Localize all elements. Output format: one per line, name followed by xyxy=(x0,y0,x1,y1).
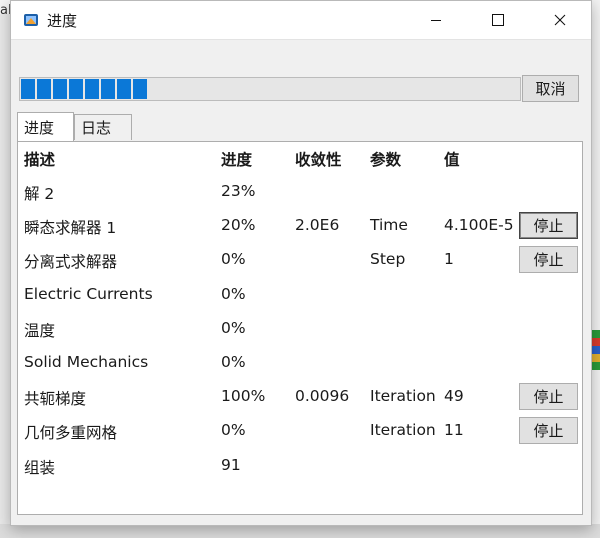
row-description: 几何多重网格 xyxy=(24,424,118,443)
header-description: 描述 xyxy=(24,151,56,169)
row-progress: 0% xyxy=(221,353,246,371)
close-icon xyxy=(554,11,566,30)
tab-progress[interactable]: 进度 xyxy=(17,112,74,141)
stop-button[interactable]: 停止 xyxy=(519,246,578,274)
minimize-icon xyxy=(430,11,442,30)
row-convergence: 0.0096 xyxy=(295,387,350,406)
close-button[interactable] xyxy=(537,1,583,39)
window-title: 进度 xyxy=(47,12,78,30)
row-progress: 0% xyxy=(221,250,246,269)
row-progress: 100% xyxy=(221,387,266,406)
header-progress: 进度 xyxy=(221,151,253,169)
row-progress: 0% xyxy=(221,318,246,337)
row-value: 4.100E-5 xyxy=(444,216,514,235)
row-description: 组装 xyxy=(24,458,56,477)
row-progress: 0% xyxy=(221,284,246,303)
row-parameter: Iteration xyxy=(370,387,436,406)
row-description: Solid Mechanics xyxy=(24,353,149,371)
progress-dialog: 进度 取消 进度 日志 描述 进度 收敛性 参数 值 解 2 23% 瞬态求解器… xyxy=(10,0,592,526)
row-description: 分离式求解器 xyxy=(24,253,118,272)
progress-segment xyxy=(37,79,51,99)
background-app-bottom xyxy=(0,524,600,538)
row-convergence: 2.0E6 xyxy=(295,216,340,235)
stop-button[interactable]: 停止 xyxy=(519,417,578,445)
progress-segment xyxy=(101,79,115,99)
row-parameter: Time xyxy=(370,216,408,235)
maximize-button[interactable] xyxy=(475,1,521,39)
row-value: 11 xyxy=(444,421,464,440)
header-parameter: 参数 xyxy=(370,151,402,169)
row-parameter: Step xyxy=(370,250,406,269)
progress-table: 描述 进度 收敛性 参数 值 解 2 23% 瞬态求解器 1 20% 2.0E6 Time… xyxy=(17,141,583,515)
progress-segment xyxy=(53,79,67,99)
app-icon xyxy=(23,12,39,28)
row-description: 温度 xyxy=(24,321,56,340)
row-progress: 91 xyxy=(221,455,241,474)
row-parameter: Iteration xyxy=(370,421,436,440)
row-description: 共轭梯度 xyxy=(24,390,87,409)
progress-segment xyxy=(21,79,35,99)
progress-segment xyxy=(133,79,147,99)
row-progress: 0% xyxy=(221,421,246,440)
row-description: Electric Currents xyxy=(24,284,153,303)
progress-segment xyxy=(85,79,99,99)
stop-button[interactable]: 停止 xyxy=(519,383,578,411)
row-value: 1 xyxy=(444,250,454,269)
progress-segment xyxy=(117,79,131,99)
row-description: 解 2 xyxy=(24,185,55,203)
row-description: 瞬态求解器 1 xyxy=(24,219,117,238)
progress-bar xyxy=(19,77,521,101)
stop-button[interactable]: 停止 xyxy=(519,212,578,240)
cancel-button[interactable]: 取消 xyxy=(522,75,579,102)
title-bar[interactable]: 进度 xyxy=(11,1,591,40)
progress-bar-fill xyxy=(21,79,147,99)
row-progress: 23% xyxy=(221,182,256,200)
header-convergence: 收敛性 xyxy=(295,151,342,169)
progress-segment xyxy=(69,79,83,99)
row-progress: 20% xyxy=(221,216,256,235)
tab-log[interactable]: 日志 xyxy=(74,114,132,140)
maximize-icon xyxy=(492,11,504,30)
header-value: 值 xyxy=(444,151,460,169)
row-value: 49 xyxy=(444,387,464,406)
minimize-button[interactable] xyxy=(413,1,459,39)
